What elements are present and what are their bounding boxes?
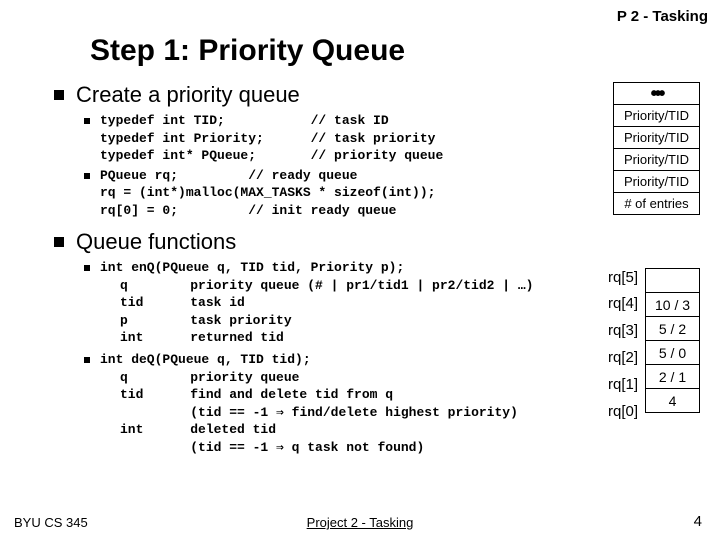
footer-center: Project 2 - Tasking	[307, 515, 414, 530]
rq-label: rq[0]	[608, 403, 638, 420]
rq-label: rq[2]	[608, 349, 638, 366]
rq-cell: 10 / 3	[646, 293, 700, 317]
rq-cell	[646, 269, 700, 293]
code-block: PQueue rq; // ready queue rq = (int*)mal…	[100, 167, 435, 220]
rq-table: 10 / 3 5 / 2 5 / 0 2 / 1 4	[645, 268, 700, 413]
header-tag: P 2 - Tasking	[617, 8, 708, 25]
page-number: 4	[694, 513, 702, 530]
table-row: Priority/TID	[614, 105, 700, 127]
square-bullet-icon	[54, 90, 64, 100]
square-bullet-icon	[84, 118, 90, 124]
bullet-lvl2: typedef int TID; // task ID typedef int …	[84, 112, 700, 165]
table-row: Priority/TID	[614, 127, 700, 149]
rq-label: rq[5]	[608, 269, 638, 286]
rq-cell: 4	[646, 389, 700, 413]
rq-cell: 5 / 0	[646, 341, 700, 365]
bullet-lvl1: Create a priority queue	[54, 82, 700, 108]
table-row: Priority/TID	[614, 149, 700, 171]
code-block: typedef int TID; // task ID typedef int …	[100, 112, 443, 165]
slide-body: ••• Priority/TID Priority/TID Priority/T…	[54, 82, 700, 456]
square-bullet-icon	[84, 265, 90, 271]
slide: P 2 - Tasking Step 1: Priority Queue •••…	[0, 0, 720, 540]
table-row: Priority/TID	[614, 171, 700, 193]
footer-left: BYU CS 345	[14, 515, 88, 530]
code-line: int enQ(PQueue q, TID tid, Priority p);	[100, 259, 404, 277]
square-bullet-icon	[84, 357, 90, 363]
rq-label: rq[3]	[608, 322, 638, 339]
square-bullet-icon	[54, 237, 64, 247]
rq-label: rq[4]	[608, 295, 638, 312]
bullet-lvl1: Queue functions	[54, 229, 700, 255]
rq-cell: 5 / 2	[646, 317, 700, 341]
table-row-dots: •••	[614, 83, 700, 105]
priority-table: ••• Priority/TID Priority/TID Priority/T…	[613, 82, 700, 215]
param-row: int deleted tid	[120, 421, 700, 439]
rq-label: rq[1]	[608, 376, 638, 393]
section-heading: Create a priority queue	[76, 82, 300, 108]
section-heading: Queue functions	[76, 229, 236, 255]
rq-cell: 2 / 1	[646, 365, 700, 389]
table-row: # of entries	[614, 193, 700, 215]
code-line: int deQ(PQueue q, TID tid);	[100, 351, 311, 369]
param-row: (tid == -1 ⇒ q task not found)	[120, 439, 700, 457]
slide-title: Step 1: Priority Queue	[90, 34, 700, 68]
bullet-lvl2: PQueue rq; // ready queue rq = (int*)mal…	[84, 167, 700, 220]
square-bullet-icon	[84, 173, 90, 179]
